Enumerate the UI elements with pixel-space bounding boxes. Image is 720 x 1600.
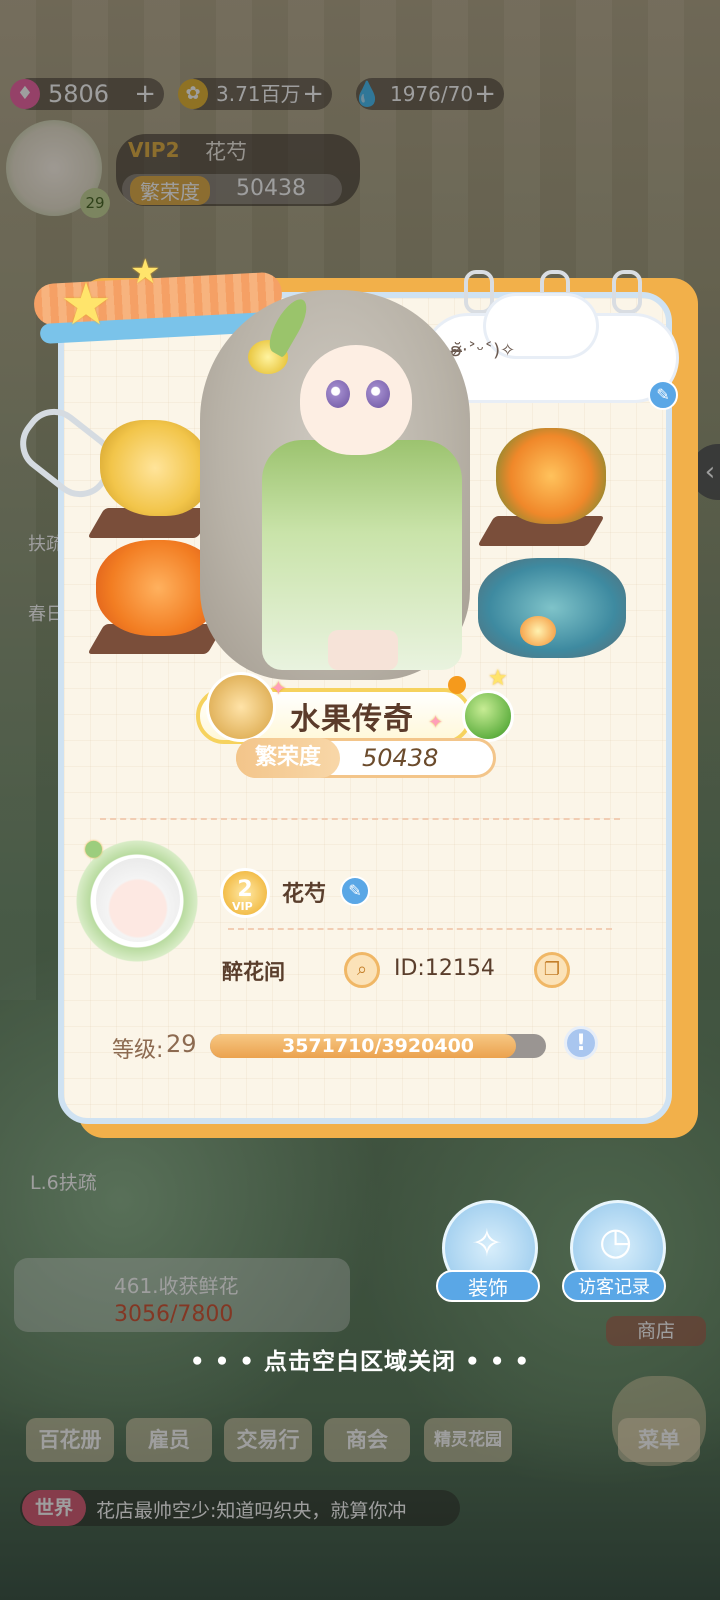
character-face: [300, 345, 412, 455]
sparkle-icon: ✦: [428, 712, 444, 733]
player-name: 花芍: [282, 882, 327, 907]
bird-ornament-icon: ●: [84, 836, 104, 861]
vip-sub-label: VIP: [232, 900, 253, 913]
player-avatar[interactable]: [96, 858, 180, 942]
visitor-clock-icon: ◷: [599, 1219, 633, 1263]
orange-fruit-icon: [448, 676, 466, 694]
magic-wand-icon: ✧: [471, 1221, 503, 1265]
shop-mascot-avatar: [206, 672, 276, 742]
card-divider: [100, 818, 620, 820]
vip-level: 2: [237, 877, 253, 902]
character-legs: [328, 630, 398, 670]
character-eye: [366, 380, 390, 408]
level-label: 等级:: [112, 1038, 164, 1063]
info-icon[interactable]: !: [564, 1026, 598, 1060]
character-eye: [326, 380, 350, 408]
profile-divider: [228, 928, 612, 930]
lily-flower-plant: [496, 428, 606, 524]
shop-name: 醉花间: [222, 960, 285, 984]
star-icon: ★: [130, 252, 161, 292]
shop-title: 水果传奇: [290, 702, 414, 737]
prosperity-label: 繁荣度: [236, 738, 340, 778]
star-icon: ★: [488, 666, 508, 691]
yellow-flower-plant: [100, 420, 210, 516]
edit-name-icon[interactable]: ✎: [340, 876, 370, 906]
search-icon[interactable]: ⌕: [344, 952, 380, 988]
level-value: 29: [166, 1030, 197, 1058]
copy-icon[interactable]: ❐: [534, 952, 570, 988]
player-id: ID:12154: [394, 956, 495, 981]
lotus-pond-decoration: [478, 558, 626, 658]
mood-text: ʚ̴̶̷̆‧˃ᵕ˂)✧: [450, 340, 516, 361]
star-icon: ★: [60, 270, 112, 338]
sparkle-icon: ✦: [270, 676, 287, 700]
prosperity-value: 50438: [362, 744, 439, 772]
lotus-lantern: [520, 616, 556, 646]
exp-progress-text: 3571710/3920400: [281, 1035, 475, 1057]
edit-mood-icon[interactable]: ✎: [648, 380, 678, 410]
close-hint: • • • 点击空白区域关闭 • • •: [189, 1349, 531, 1375]
decorate-label[interactable]: 装饰: [436, 1270, 540, 1302]
visitor-log-label[interactable]: 访客记录: [562, 1270, 666, 1302]
melon-fruit-icon: [462, 690, 514, 742]
